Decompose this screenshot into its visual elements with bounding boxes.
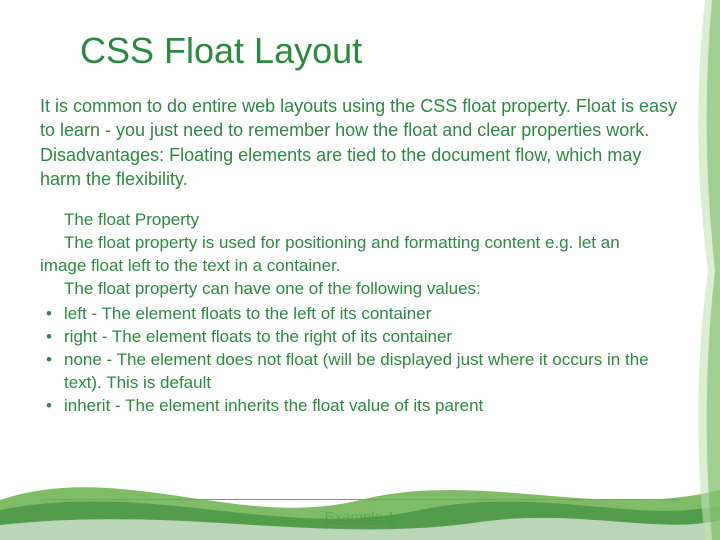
section-desc-line1: The float property is used for positioni… [40,232,680,255]
values-intro: The float property can have one of the f… [64,278,680,301]
list-item: left - The element floats to the left of… [40,303,680,326]
list-item: inherit - The element inherits the float… [40,395,680,418]
list-item: right - The element floats to the right … [40,326,680,349]
example-link[interactable]: Example 1 [325,509,396,526]
section-desc-line2: image float left to the text in a contai… [40,256,341,275]
slide: CSS Float Layout It is common to do enti… [0,0,720,540]
intro-paragraph: It is common to do entire web layouts us… [40,94,680,191]
wave-decoration [0,450,720,540]
values-list: left - The element floats to the left of… [40,303,680,418]
divider [40,499,680,500]
list-item: none - The element does not float (will … [40,349,680,395]
page-title: CSS Float Layout [80,30,680,72]
section-heading: The float Property [64,209,680,232]
section-description: The float property is used for positioni… [40,232,680,278]
